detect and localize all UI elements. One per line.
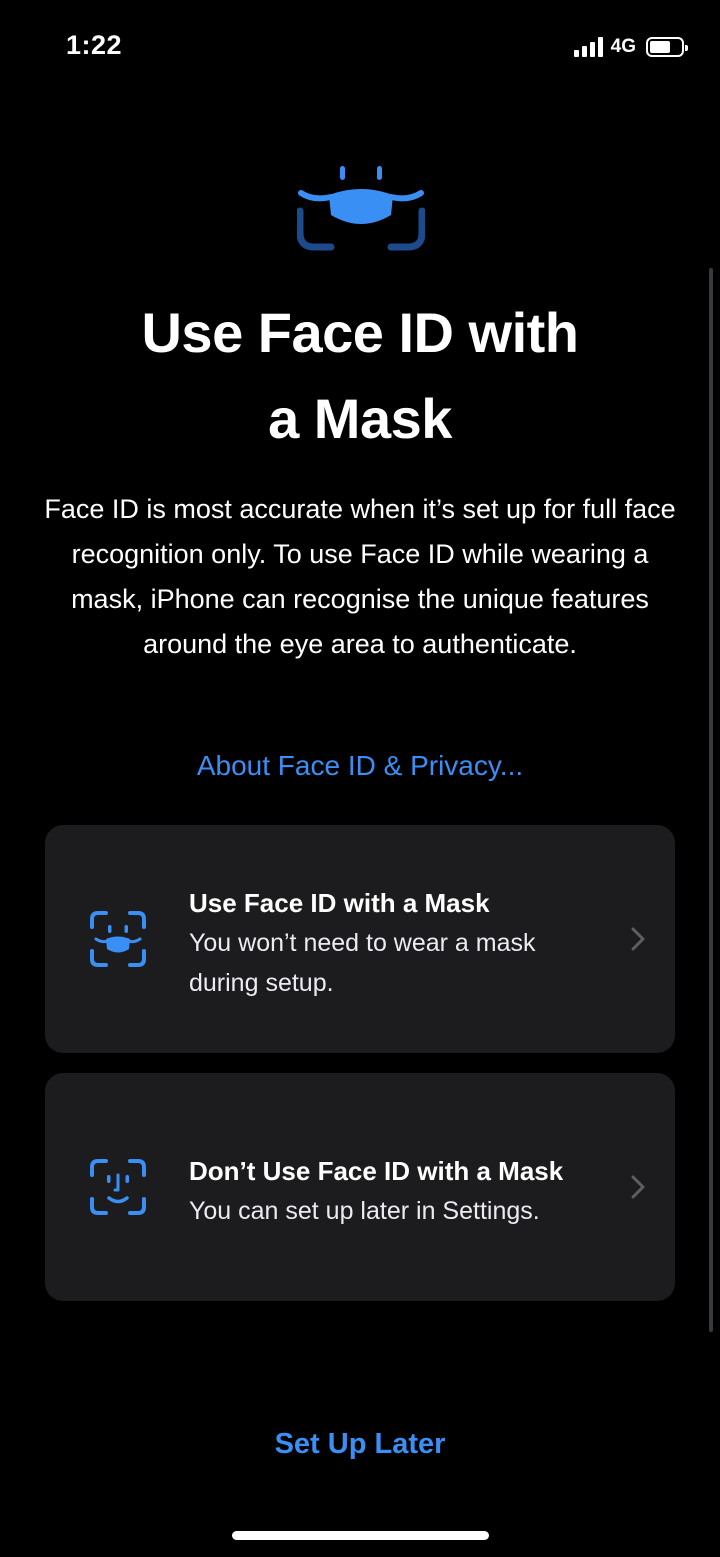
dont-use-face-id-with-mask-option[interactable]: Don’t Use Face ID with a Mask You can se… <box>45 1073 675 1301</box>
status-bar: 1:22 4G <box>0 0 720 90</box>
option-title: Use Face ID with a Mask <box>189 888 490 918</box>
scroll-indicator[interactable] <box>709 268 713 1332</box>
description: Face ID is most accurate when it’s set u… <box>44 494 676 659</box>
set-up-later-button[interactable]: Set Up Later <box>0 1428 720 1461</box>
use-face-id-with-mask-option[interactable]: Use Face ID with a Mask You won’t need t… <box>45 825 675 1053</box>
option-text: Don’t Use Face ID with a Mask You can se… <box>189 1151 619 1231</box>
chevron-right-icon <box>631 1175 645 1199</box>
chevron-right-icon <box>631 927 645 951</box>
title-line-2: a Mask <box>268 387 452 450</box>
status-time: 1:22 <box>66 30 123 60</box>
face-id-icon <box>90 1159 146 1215</box>
face-id-mask-icon <box>297 166 425 251</box>
about-face-id-privacy-link[interactable]: About Face ID & Privacy... <box>0 750 720 782</box>
title-line-1: Use Face ID with <box>141 301 579 364</box>
network-type: 4G <box>610 36 636 57</box>
home-indicator[interactable] <box>232 1531 489 1540</box>
option-text: Use Face ID with a Mask You won’t need t… <box>189 883 619 1003</box>
screen: 1:22 4G Use Face ID with a Mask Face ID <box>0 0 720 1557</box>
battery-icon <box>646 37 688 57</box>
page-title: Use Face ID with a Mask <box>60 290 660 462</box>
option-subtitle-line-1: You can set up later in Settings. <box>189 1197 540 1225</box>
option-subtitle-line-2: during setup. <box>189 969 334 997</box>
option-title: Don’t Use Face ID with a Mask <box>189 1156 564 1186</box>
status-indicators: 4G <box>573 34 688 60</box>
option-subtitle-line-1: You won’t need to wear a mask <box>189 929 536 957</box>
cellular-signal-icon <box>573 37 603 57</box>
face-id-mask-icon <box>90 911 146 967</box>
